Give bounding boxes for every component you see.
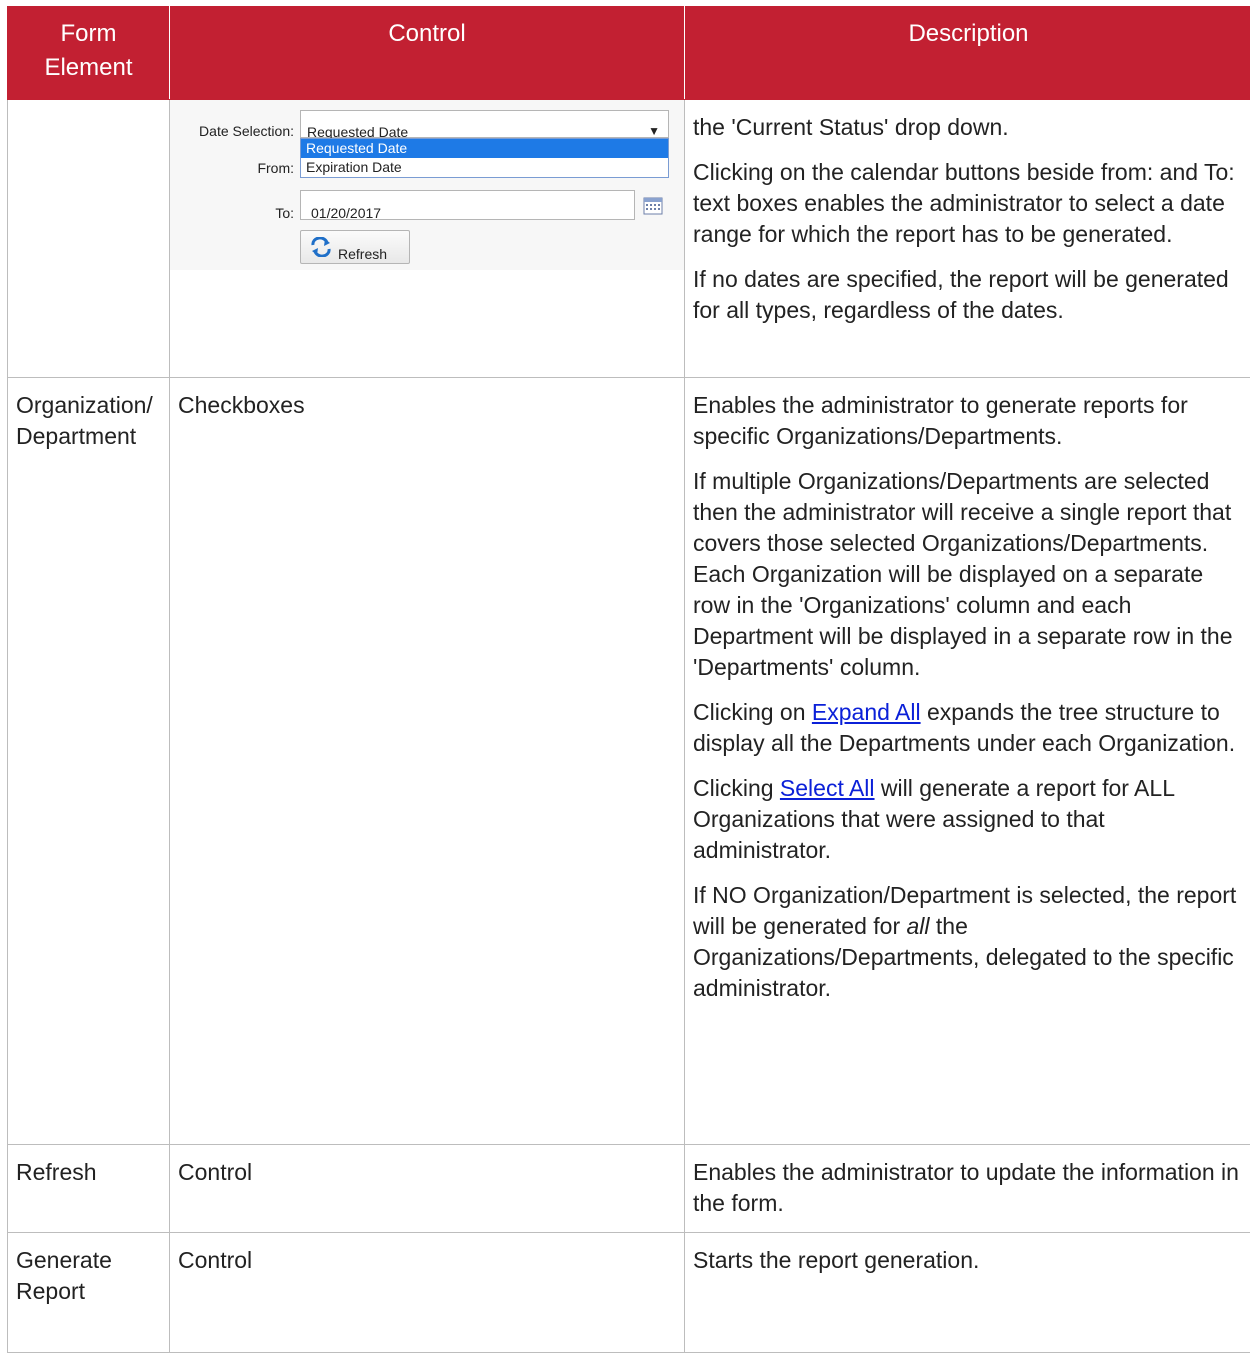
cell-element-generate: Generate Report bbox=[8, 1233, 170, 1353]
desc-text: Clicking on bbox=[693, 699, 812, 725]
header-description: Description bbox=[685, 7, 1250, 100]
cell-description-organization: Enables the administrator to generate re… bbox=[685, 378, 1250, 1145]
cell-control-screenshot: Date Selection: Requested Date ▼ Request… bbox=[170, 100, 685, 378]
to-label: To: bbox=[180, 198, 294, 229]
desc-paragraph: If no dates are specified, the report wi… bbox=[693, 264, 1244, 326]
desc-paragraph: Clicking on Expand All expands the tree … bbox=[693, 697, 1244, 759]
cell-element-refresh: Refresh bbox=[8, 1145, 170, 1233]
calendar-icon[interactable] bbox=[643, 196, 663, 215]
cell-element-empty bbox=[8, 100, 170, 378]
table-row-organization: Organization/ Department Checkboxes Enab… bbox=[8, 378, 1250, 1145]
desc-paragraph: Clicking on the calendar buttons beside … bbox=[693, 157, 1244, 250]
desc-emphasis: all bbox=[907, 913, 930, 939]
desc-paragraph: Enables the administrator to update the … bbox=[693, 1157, 1244, 1219]
expand-all-link[interactable]: Expand All bbox=[812, 699, 921, 725]
form-elements-table: Form Element Control Description Date Se… bbox=[7, 6, 1250, 1353]
option-expiration-date[interactable]: Expiration Date bbox=[301, 158, 668, 177]
date-selection-options: Requested Date Expiration Date bbox=[300, 138, 669, 178]
header-form-element: Form Element bbox=[8, 7, 170, 100]
to-date-field[interactable]: 01/20/2017 bbox=[300, 190, 635, 220]
table-row-dates: Date Selection: Requested Date ▼ Request… bbox=[8, 100, 1250, 378]
desc-text: Clicking bbox=[693, 775, 780, 801]
desc-paragraph: the 'Current Status' drop down. bbox=[693, 112, 1244, 143]
table-header-row: Form Element Control Description bbox=[8, 7, 1250, 100]
refresh-icon bbox=[309, 237, 333, 257]
desc-paragraph: If multiple Organizations/Departments ar… bbox=[693, 466, 1244, 683]
cell-description-dates: the 'Current Status' drop down. Clicking… bbox=[685, 100, 1250, 378]
desc-paragraph: Starts the report generation. bbox=[693, 1245, 1244, 1276]
refresh-button[interactable]: Refresh bbox=[300, 230, 410, 264]
table-row-generate: Generate Report Control Starts the repor… bbox=[8, 1233, 1250, 1353]
cell-element-organization: Organization/ Department bbox=[8, 378, 170, 1145]
cell-description-generate: Starts the report generation. bbox=[685, 1233, 1250, 1353]
desc-paragraph: Enables the administrator to generate re… bbox=[693, 390, 1244, 452]
refresh-button-label: Refresh bbox=[338, 239, 387, 270]
form-screenshot: Date Selection: Requested Date ▼ Request… bbox=[170, 100, 684, 270]
date-selection-dropdown[interactable]: Requested Date ▼ bbox=[300, 110, 669, 138]
desc-paragraph: Clicking Select All will generate a repo… bbox=[693, 773, 1244, 866]
header-control: Control bbox=[170, 7, 685, 100]
to-date-value: 01/20/2017 bbox=[311, 198, 381, 229]
desc-paragraph: If NO Organization/Department is selecte… bbox=[693, 880, 1244, 1004]
from-label: From: bbox=[180, 153, 294, 184]
cell-description-refresh: Enables the administrator to update the … bbox=[685, 1145, 1250, 1233]
date-selection-label: Date Selection: bbox=[180, 116, 294, 147]
option-requested-date[interactable]: Requested Date bbox=[301, 139, 668, 158]
cell-control-generate: Control bbox=[170, 1233, 685, 1353]
table-row-refresh: Refresh Control Enables the administrato… bbox=[8, 1145, 1250, 1233]
select-all-link[interactable]: Select All bbox=[780, 775, 875, 801]
cell-control-checkboxes: Checkboxes bbox=[170, 378, 685, 1145]
cell-control-refresh: Control bbox=[170, 1145, 685, 1233]
